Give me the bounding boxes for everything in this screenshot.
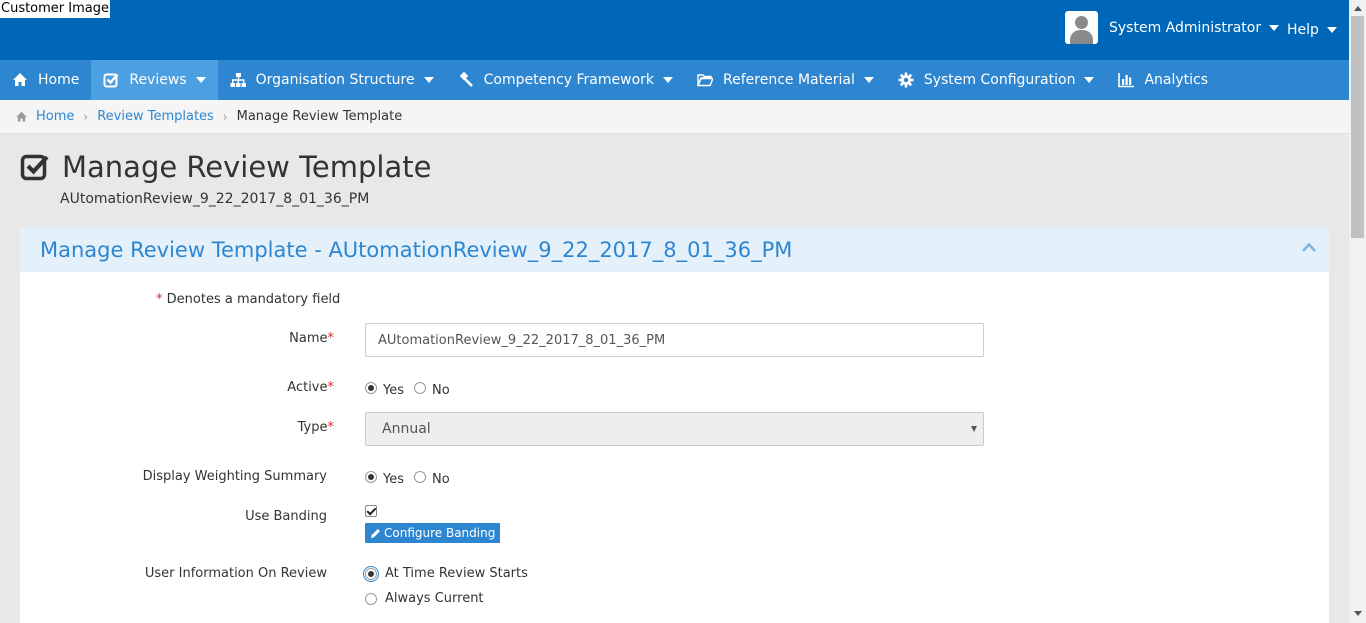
user-info-option-2: Always Current [365, 591, 494, 606]
sitemap-icon [230, 73, 246, 87]
breadcrumb-review-templates-link[interactable]: Review Templates [97, 109, 214, 124]
chevron-up-icon[interactable] [1301, 241, 1317, 253]
mandatory-note-text: Denotes a mandatory field [166, 292, 341, 307]
scroll-down-arrow-icon[interactable] [1354, 611, 1362, 616]
weighting-no-radio[interactable] [414, 471, 426, 483]
user-info-at-start-radio[interactable] [365, 567, 377, 580]
configure-banding-label: Configure Banding [384, 526, 496, 540]
chevron-down-icon [423, 77, 434, 83]
nav-label: Reviews [129, 72, 187, 88]
home-icon [13, 73, 27, 86]
chevron-down-icon [663, 77, 674, 83]
type-label-text: Type [297, 420, 328, 435]
dropdown-arrow-icon [971, 426, 977, 432]
panel-title: Manage Review Template - AUtomationRevie… [40, 237, 793, 262]
weighting-no-label[interactable]: No [432, 472, 450, 487]
page-scrollbar[interactable] [1349, 0, 1366, 623]
active-no-label[interactable]: No [432, 383, 450, 398]
user-info-label: User Information On Review [144, 566, 327, 581]
main-nav: Home Reviews Organisation Structure Comp… [0, 60, 1349, 100]
breadcrumb: Home › Review Templates › Manage Review … [0, 100, 1349, 134]
chevron-down-icon [863, 77, 874, 83]
user-name[interactable]: System Administrator [1109, 20, 1261, 36]
avatar[interactable] [1065, 11, 1098, 44]
page-subtitle: AUtomationReview_9_22_2017_8_01_36_PM [60, 191, 370, 207]
customer-logo[interactable]: Customer Image [0, 0, 110, 18]
user-info-always-current-label[interactable]: Always Current [385, 591, 484, 606]
user-menu[interactable]: System Administrator [1065, 11, 1280, 44]
chevron-down-icon[interactable] [1269, 24, 1280, 31]
check-square-icon [103, 73, 119, 88]
nav-label: Reference Material [723, 72, 855, 88]
page-header: Manage Review Template [20, 150, 431, 184]
chevron-right-icon: › [222, 109, 228, 124]
active-yes-label[interactable]: Yes [383, 383, 404, 398]
weighting-yes-label[interactable]: Yes [383, 472, 404, 487]
breadcrumb-home-link[interactable]: Home [36, 109, 74, 124]
active-yes-radio[interactable] [365, 382, 377, 394]
pencil-icon [370, 528, 380, 538]
nav-item-competency-framework[interactable]: Competency Framework [446, 60, 685, 100]
gear-icon [898, 72, 914, 88]
nav-item-analytics[interactable]: Analytics [1106, 60, 1220, 100]
breadcrumb-current: Manage Review Template [236, 109, 403, 124]
user-info-at-start-label[interactable]: At Time Review Starts [385, 566, 528, 581]
nav-item-reference-material[interactable]: Reference Material [685, 60, 886, 100]
active-label: Active* [287, 380, 334, 395]
help-label[interactable]: Help [1287, 22, 1319, 38]
nav-label: Competency Framework [483, 72, 655, 88]
weighting-radio-group: Yes No [365, 467, 460, 487]
user-info-option-1: At Time Review Starts [365, 566, 538, 581]
required-asterisk: * [156, 292, 163, 307]
type-selected-value: Annual [382, 421, 431, 437]
nav-item-reviews[interactable]: Reviews [91, 60, 218, 100]
type-field-wrap: Annual [365, 412, 984, 446]
bar-chart-icon [1118, 73, 1135, 88]
chevron-down-icon [195, 77, 206, 83]
active-radio-group: Yes No [365, 378, 460, 398]
manage-template-panel: Manage Review Template - AUtomationRevie… [20, 227, 1329, 623]
nav-item-home[interactable]: Home [0, 60, 91, 100]
page-title: Manage Review Template [62, 150, 432, 184]
nav-label: Organisation Structure [255, 72, 415, 88]
nav-label: Home [38, 72, 80, 88]
type-label: Type* [297, 420, 334, 435]
weighting-yes-radio[interactable] [365, 471, 377, 483]
name-input[interactable] [365, 323, 984, 357]
check-square-icon [20, 154, 49, 181]
weighting-summary-label: Display Weighting Summary [142, 469, 327, 484]
chevron-down-icon[interactable] [1326, 27, 1337, 33]
nav-label: Analytics [1144, 72, 1209, 88]
user-info-always-current-radio[interactable] [365, 592, 377, 605]
home-icon [16, 111, 27, 121]
panel-heading[interactable]: Manage Review Template - AUtomationRevie… [20, 227, 1329, 272]
configure-banding-button[interactable]: Configure Banding [365, 523, 501, 543]
active-no-radio[interactable] [414, 382, 426, 394]
scrollbar-thumb[interactable] [1351, 16, 1364, 238]
name-label: Name* [289, 331, 334, 346]
mandatory-note: * Denotes a mandatory field [156, 292, 340, 307]
name-label-text: Name [289, 331, 328, 346]
folder-open-icon [697, 74, 714, 87]
active-label-text: Active [287, 380, 328, 395]
chevron-down-icon [1084, 77, 1095, 83]
use-banding-checkbox[interactable] [365, 505, 377, 517]
chevron-right-icon: › [83, 109, 89, 124]
configure-banding-wrap: Configure Banding [365, 523, 501, 543]
nav-label: System Configuration [923, 72, 1076, 88]
type-select[interactable]: Annual [365, 412, 984, 446]
name-field-wrap [365, 323, 984, 357]
use-banding-wrap [365, 505, 377, 517]
gavel-icon [459, 72, 473, 87]
nav-item-organisation-structure[interactable]: Organisation Structure [218, 60, 446, 100]
help-menu[interactable]: Help [1287, 22, 1337, 38]
use-banding-label: Use Banding [245, 509, 327, 524]
nav-item-system-configuration[interactable]: System Configuration [886, 60, 1107, 100]
top-header-bar: Customer Image System Administrator Help [0, 0, 1349, 60]
scroll-up-arrow-icon[interactable] [1354, 6, 1362, 11]
